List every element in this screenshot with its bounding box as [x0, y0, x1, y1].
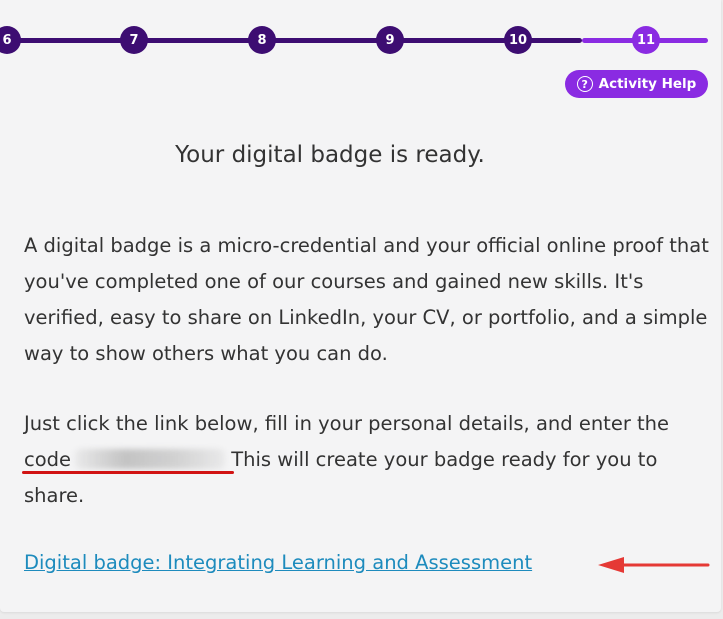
red-underline-annotation — [22, 471, 234, 474]
step-8[interactable]: 8 — [248, 26, 276, 54]
step-7[interactable]: 7 — [120, 26, 148, 54]
activity-panel: 6 7 8 9 10 11 ? Activity Help Your digit… — [0, 0, 721, 612]
step-11-current[interactable]: 11 — [632, 26, 660, 54]
redacted-code — [75, 449, 226, 469]
step-9[interactable]: 9 — [376, 26, 404, 54]
digital-badge-link[interactable]: Digital badge: Integrating Learning and … — [24, 551, 532, 574]
step-connector — [388, 38, 512, 43]
badge-description: A digital badge is a micro-credential an… — [24, 234, 709, 365]
page-title: Your digital badge is ready. — [175, 142, 485, 168]
badge-instructions: Just click the link below, fill in your … — [24, 406, 714, 514]
activity-help-button[interactable]: ? Activity Help — [565, 70, 708, 98]
step-6[interactable]: 6 — [0, 26, 21, 54]
question-circle-icon: ? — [576, 76, 593, 92]
progress-stepper: 6 7 8 9 10 11 — [0, 22, 723, 58]
step-connector — [260, 38, 384, 43]
red-arrow-annotation-icon — [598, 557, 710, 573]
activity-help-label: Activity Help — [598, 76, 697, 92]
step-10[interactable]: 10 — [504, 26, 532, 54]
step-connector — [132, 38, 256, 43]
